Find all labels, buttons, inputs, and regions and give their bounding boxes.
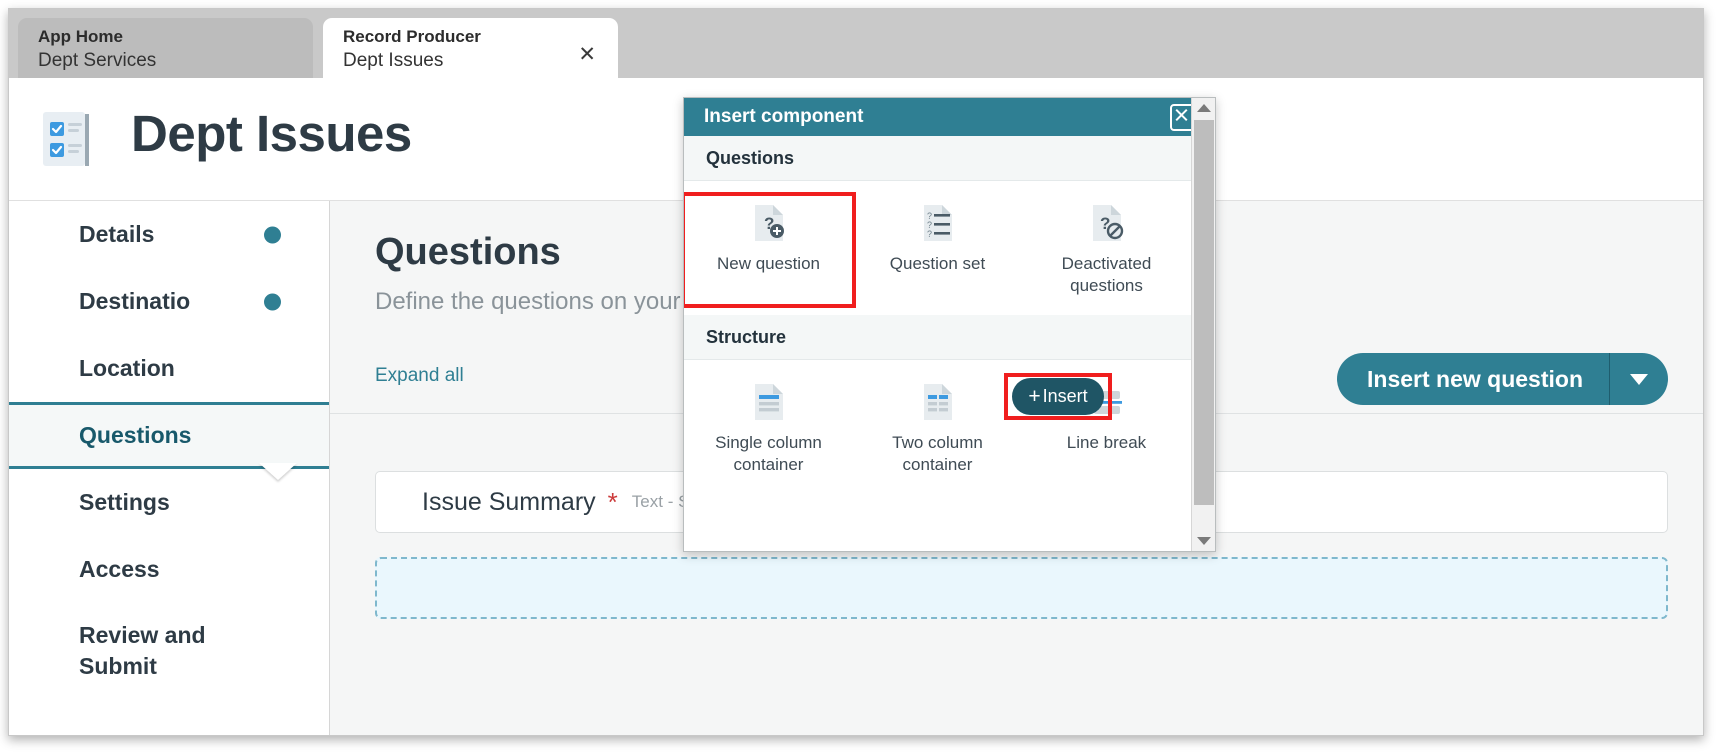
sidebar-item-details[interactable]: Details — [9, 201, 329, 268]
dialog-body: Questions ? New question ? ? ? Question … — [684, 136, 1191, 551]
dialog-pointer-arrow — [259, 463, 297, 480]
status-dot-icon — [264, 293, 281, 310]
component-single-column-container[interactable]: Single column container — [684, 374, 853, 484]
triangle-down — [1196, 537, 1211, 545]
section-heading-structure: Structure — [684, 315, 1191, 360]
component-label: Question set — [889, 254, 986, 273]
sidebar-item-review-and-submit[interactable]: Review and Submit — [9, 603, 329, 703]
sidebar-item-label: Details — [79, 221, 155, 247]
single-column-icon — [749, 380, 789, 424]
component-deactivated-questions[interactable]: ? Deactivated questions — [1022, 195, 1191, 305]
component-label: Two column container — [892, 433, 983, 474]
scrollbar-thumb[interactable] — [1194, 120, 1214, 505]
component-grid-structure: Single column container Two column conta… — [684, 360, 1191, 494]
checklist-document-icon — [42, 110, 92, 168]
component-question-set[interactable]: ? ? ? Question set — [853, 195, 1022, 305]
tab-type-label: App Home — [38, 27, 123, 46]
section-heading-questions: Questions — [684, 136, 1191, 181]
tab-app-home[interactable]: App Home Dept Services — [18, 18, 313, 78]
insert-button-label: Insert — [1042, 386, 1088, 406]
section-title: Questions — [375, 231, 561, 273]
two-column-icon — [918, 380, 958, 424]
insert-component-dialog: Insert component Questions ? New questio… — [683, 97, 1216, 552]
plus-icon: + — [1028, 385, 1041, 408]
svg-text:?: ? — [927, 229, 932, 239]
sidebar-item-label: Destinatio — [79, 288, 191, 314]
dialog-header: Insert component — [684, 98, 1215, 136]
question-list-icon: ? ? ? — [918, 201, 958, 245]
chevron-down-icon — [1630, 373, 1648, 385]
insert-drop-zone[interactable] — [375, 557, 1668, 619]
component-label: New question — [716, 254, 820, 273]
dialog-scrollbar[interactable] — [1191, 98, 1215, 551]
sidebar-item-location[interactable]: Location — [9, 335, 329, 402]
sidebar-item-label: Access — [79, 556, 160, 582]
sidebar-item-label: Questions — [79, 422, 192, 448]
component-new-question[interactable]: ? New question — [684, 192, 856, 308]
status-dot-icon — [264, 226, 281, 243]
insert-button[interactable]: + Insert — [1012, 378, 1104, 415]
tab-close-icon[interactable]: ✕ — [578, 44, 596, 65]
browser-frame: App Home Dept Services Record Producer D… — [8, 8, 1704, 736]
sidebar-item-destination[interactable]: Destinatio — [9, 268, 329, 335]
sidebar-item-questions[interactable]: Questions — [9, 402, 329, 469]
page-title: Dept Issues — [131, 105, 412, 162]
tab-record-producer[interactable]: Record Producer Dept Issues ✕ — [323, 18, 618, 78]
scroll-up-arrow-icon[interactable] — [1192, 98, 1215, 118]
component-two-column-container[interactable]: Two column container — [853, 374, 1022, 484]
insert-new-question-label: Insert new question — [1367, 365, 1583, 392]
question-label: Issue Summary — [422, 487, 596, 516]
sidebar-item-label: Location — [79, 355, 175, 381]
tab-name-label: Dept Services — [38, 50, 157, 71]
tab-name-label: Dept Issues — [343, 50, 444, 71]
sidebar-item-label: Review and Submit — [79, 622, 206, 679]
dialog-title: Insert component — [704, 106, 864, 127]
insert-new-question-button[interactable]: Insert new question — [1337, 353, 1668, 405]
triangle-up — [1196, 104, 1211, 112]
screenshot-root: App Home Dept Services Record Producer D… — [0, 0, 1720, 752]
sidebar-item-label: Settings — [79, 489, 170, 515]
question-disabled-icon: ? — [1087, 201, 1127, 245]
component-grid-questions: ? New question ? ? ? Question set ? Deac… — [684, 181, 1191, 315]
required-asterisk-icon: * — [607, 486, 618, 517]
tab-type-label: Record Producer — [343, 27, 481, 46]
question-add-icon: ? — [749, 201, 789, 245]
tab-strip: App Home Dept Services Record Producer D… — [9, 9, 1703, 78]
scroll-down-arrow-icon[interactable] — [1192, 531, 1215, 551]
sidebar-item-access[interactable]: Access — [9, 536, 329, 603]
component-label: Single column container — [715, 433, 822, 474]
section-subtitle: Define the questions on your i — [375, 288, 693, 315]
component-label: Deactivated questions — [1061, 254, 1152, 295]
insert-new-question-dropdown[interactable] — [1609, 353, 1668, 405]
expand-all-link[interactable]: Expand all — [375, 365, 464, 387]
component-label: Line break — [1066, 433, 1147, 452]
